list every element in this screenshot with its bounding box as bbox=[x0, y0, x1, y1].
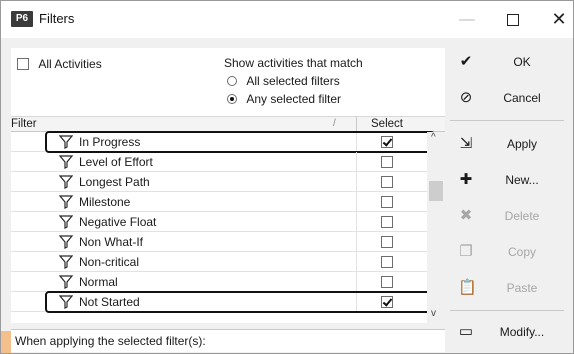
apply-button-label: Apply bbox=[506, 137, 538, 151]
scroll-down-arrow-icon[interactable]: v bbox=[431, 308, 436, 319]
checkmark-icon: ✔ bbox=[459, 53, 473, 70]
radio-any-indicator[interactable] bbox=[227, 93, 237, 104]
paste-icon: 📋 bbox=[458, 279, 477, 296]
filter-name: Longest Path bbox=[79, 175, 150, 189]
all-activities-label: All Activities bbox=[38, 56, 102, 71]
funnel-icon bbox=[59, 235, 73, 249]
filter-name: Non-critical bbox=[79, 255, 140, 269]
filter-name: Normal bbox=[79, 275, 118, 289]
select-cell[interactable] bbox=[356, 212, 417, 231]
all-activities-checkbox[interactable] bbox=[17, 57, 29, 70]
filter-name: Non What-If bbox=[79, 235, 144, 249]
row-highlight-annotation bbox=[45, 291, 435, 313]
new-icon: ✚ bbox=[459, 171, 473, 188]
maximize-button[interactable] bbox=[490, 1, 536, 38]
radio-any-label: Any selected filter bbox=[246, 91, 342, 106]
select-checkbox[interactable] bbox=[381, 216, 393, 228]
cancel-icon: ⊘ bbox=[459, 89, 473, 106]
filter-row[interactable]: Longest Path bbox=[11, 172, 427, 192]
funnel-icon bbox=[59, 275, 73, 289]
scroll-thumb[interactable] bbox=[429, 181, 443, 201]
copy-button[interactable]: ❐ Copy bbox=[448, 236, 566, 268]
select-checkbox[interactable] bbox=[381, 176, 393, 188]
copy-icon: ❐ bbox=[459, 243, 473, 260]
applying-label: When applying the selected filter(s): bbox=[15, 334, 206, 348]
corner-watermark bbox=[1, 331, 11, 353]
filter-row[interactable]: Non What-If bbox=[11, 232, 427, 252]
radio-all-label: All selected filters bbox=[246, 73, 340, 88]
filter-name: Negative Float bbox=[79, 215, 157, 229]
sort-indicator-icon: / bbox=[333, 118, 336, 129]
action-buttons-column: ✔ OK ⊘ Cancel ⇲ Apply ✚ New... ✖ Delete … bbox=[448, 46, 566, 351]
select-checkbox[interactable] bbox=[381, 156, 393, 168]
select-checkbox[interactable] bbox=[381, 276, 393, 288]
funnel-icon bbox=[59, 255, 73, 269]
select-cell[interactable] bbox=[356, 172, 417, 191]
delete-button[interactable]: ✖ Delete bbox=[448, 200, 566, 232]
new-button[interactable]: ✚ New... bbox=[448, 164, 566, 196]
select-checkbox[interactable] bbox=[381, 236, 393, 248]
filter-name: Milestone bbox=[79, 195, 131, 209]
match-options-panel: All Activities Show activities that matc… bbox=[11, 48, 445, 116]
close-button[interactable]: ✕ bbox=[536, 1, 573, 38]
filters-grid: Filter / Select In Progress Level of Effo… bbox=[11, 116, 445, 323]
delete-icon: ✖ bbox=[459, 207, 473, 224]
funnel-icon bbox=[59, 155, 73, 169]
applying-options-section: When applying the selected filter(s): bbox=[11, 329, 445, 352]
select-cell[interactable] bbox=[356, 232, 417, 251]
funnel-icon bbox=[59, 175, 73, 189]
new-button-label: New... bbox=[505, 173, 539, 187]
radio-all-indicator[interactable] bbox=[227, 75, 237, 86]
grid-scrollbar[interactable]: ^ v bbox=[427, 132, 445, 323]
modify-button[interactable]: ▭ Modify... bbox=[448, 316, 566, 348]
paste-button-label: Paste bbox=[506, 281, 538, 295]
all-activities-checkbox-row[interactable]: All Activities bbox=[17, 56, 102, 71]
column-header-select[interactable]: Select bbox=[356, 117, 417, 131]
show-activities-label: Show activities that match bbox=[224, 56, 363, 70]
ok-button[interactable]: ✔ OK bbox=[448, 46, 566, 78]
funnel-icon bbox=[59, 215, 73, 229]
title-bar[interactable]: P6 Filters — ✕ bbox=[1, 1, 573, 38]
select-cell[interactable] bbox=[356, 252, 417, 271]
select-cell[interactable] bbox=[356, 192, 417, 211]
radio-any-selected-filter[interactable]: Any selected filter bbox=[227, 91, 341, 106]
select-checkbox[interactable] bbox=[381, 256, 393, 268]
select-cell[interactable] bbox=[356, 272, 417, 291]
delete-button-label: Delete bbox=[504, 209, 540, 223]
ok-button-label: OK bbox=[513, 55, 531, 69]
filter-name: Level of Effort bbox=[79, 155, 153, 169]
button-separator bbox=[450, 120, 564, 121]
filter-row[interactable]: Normal bbox=[11, 272, 427, 292]
filter-row[interactable]: Level of Effort bbox=[11, 152, 427, 172]
cancel-button[interactable]: ⊘ Cancel bbox=[448, 82, 566, 114]
maximize-icon bbox=[507, 13, 519, 26]
window-title: Filters bbox=[39, 11, 75, 26]
copy-button-label: Copy bbox=[507, 245, 536, 259]
cancel-button-label: Cancel bbox=[503, 91, 541, 105]
filter-row[interactable]: Milestone bbox=[11, 192, 427, 212]
button-separator bbox=[450, 310, 564, 311]
column-header-filter[interactable]: Filter bbox=[11, 117, 37, 131]
filter-row[interactable]: Non-critical bbox=[11, 252, 427, 272]
minimize-button[interactable]: — bbox=[444, 1, 490, 38]
p6-app-icon: P6 bbox=[11, 11, 33, 27]
modify-icon: ▭ bbox=[458, 323, 474, 340]
filters-dialog: P6 Filters — ✕ All Activities Show activ… bbox=[0, 0, 574, 354]
modify-button-label: Modify... bbox=[499, 325, 545, 339]
apply-button[interactable]: ⇲ Apply bbox=[448, 128, 566, 160]
apply-icon: ⇲ bbox=[459, 135, 473, 152]
radio-all-selected-filters[interactable]: All selected filters bbox=[227, 73, 340, 88]
funnel-icon bbox=[59, 195, 73, 209]
select-cell[interactable] bbox=[356, 152, 417, 171]
row-highlight-annotation bbox=[45, 131, 435, 153]
scroll-up-arrow-icon[interactable]: ^ bbox=[431, 132, 436, 143]
grid-header: Filter / Select bbox=[11, 117, 445, 132]
select-checkbox[interactable] bbox=[381, 196, 393, 208]
filter-row[interactable]: Negative Float bbox=[11, 212, 427, 232]
paste-button[interactable]: 📋 Paste bbox=[448, 272, 566, 304]
